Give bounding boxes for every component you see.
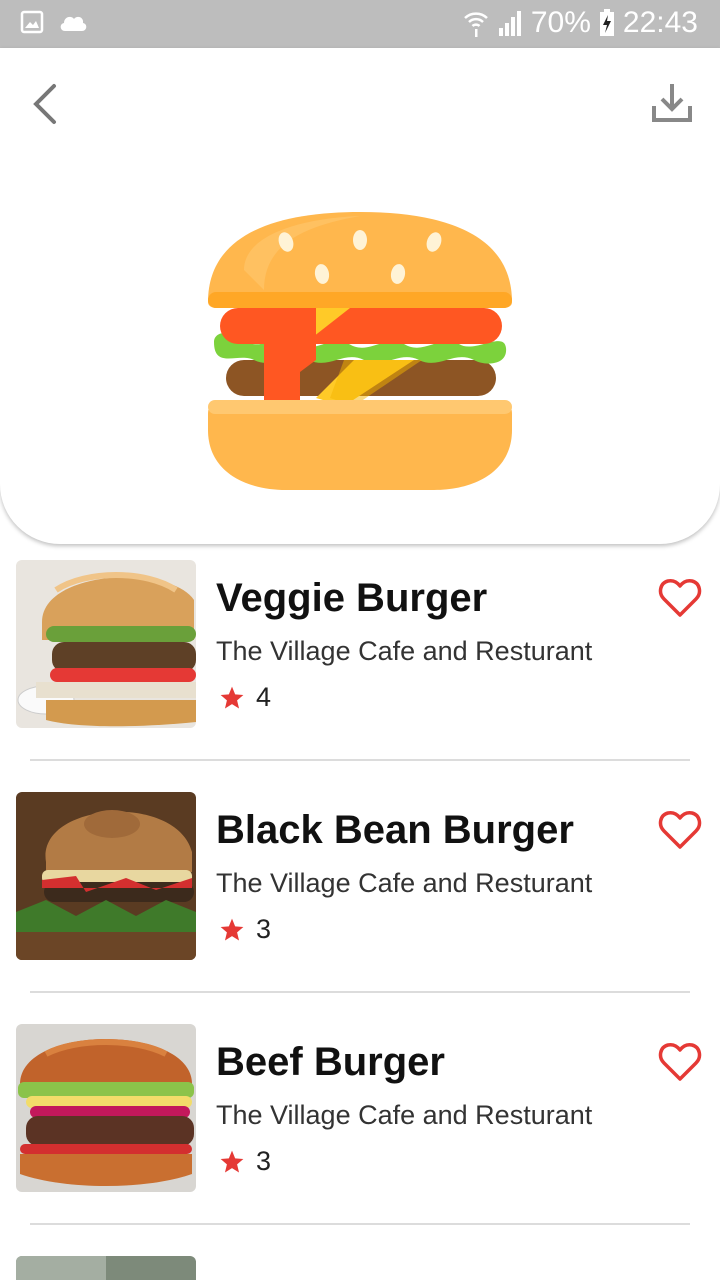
star-icon — [220, 686, 244, 709]
heart-outline-icon — [658, 811, 702, 849]
item-rating: 3 — [218, 1146, 271, 1177]
chevron-left-icon — [33, 84, 56, 124]
divider — [30, 991, 690, 993]
item-restaurant: The Village Cafe and Resturant — [216, 868, 593, 898]
food-image — [16, 560, 196, 728]
status-bar: 70% 22:43 — [0, 0, 720, 48]
star-icon — [220, 918, 244, 941]
rating-value: 3 — [256, 1146, 272, 1176]
battery-percent: 70% — [530, 6, 591, 39]
item-title: Veggie Burger — [216, 576, 488, 620]
list-item[interactable]: Veggie Burger The Village Cafe and Restu… — [0, 544, 720, 776]
item-title: Black Bean Burger — [216, 808, 574, 852]
star-icon — [220, 1150, 244, 1173]
cloud-icon — [60, 16, 87, 31]
back-button[interactable] — [26, 80, 66, 128]
favorite-button[interactable] — [658, 810, 702, 850]
item-rating: 4 — [218, 682, 271, 713]
item-restaurant: The Village Cafe and Resturant — [216, 1100, 593, 1130]
heart-outline-icon — [658, 1043, 702, 1081]
header-card — [0, 48, 720, 544]
rating-value: 3 — [256, 914, 272, 944]
food-image — [16, 792, 196, 960]
clock: 22:43 — [622, 6, 698, 39]
rating-value: 4 — [256, 682, 272, 712]
wifi-icon — [464, 12, 488, 37]
signal-icon — [498, 11, 521, 36]
gallery-icon — [20, 10, 44, 34]
burger-icon — [208, 212, 512, 490]
download-icon — [652, 84, 692, 122]
favorite-button[interactable] — [658, 1042, 702, 1082]
item-rating: 3 — [218, 914, 271, 945]
food-list: Veggie Burger The Village Cafe and Restu… — [0, 544, 720, 1280]
item-title: Beef Burger — [216, 1040, 445, 1084]
heart-outline-icon — [658, 579, 702, 617]
food-image-partial — [16, 1256, 196, 1280]
list-item[interactable]: Beef Burger The Village Cafe and Restura… — [0, 1008, 720, 1240]
divider — [30, 1223, 690, 1225]
download-button[interactable] — [648, 80, 696, 128]
divider — [30, 759, 690, 761]
food-image — [16, 1024, 196, 1192]
favorite-button[interactable] — [658, 578, 702, 618]
item-restaurant: The Village Cafe and Resturant — [216, 636, 593, 666]
list-item[interactable]: Black Bean Burger The Village Cafe and R… — [0, 776, 720, 1008]
battery-charging-icon — [599, 9, 614, 36]
